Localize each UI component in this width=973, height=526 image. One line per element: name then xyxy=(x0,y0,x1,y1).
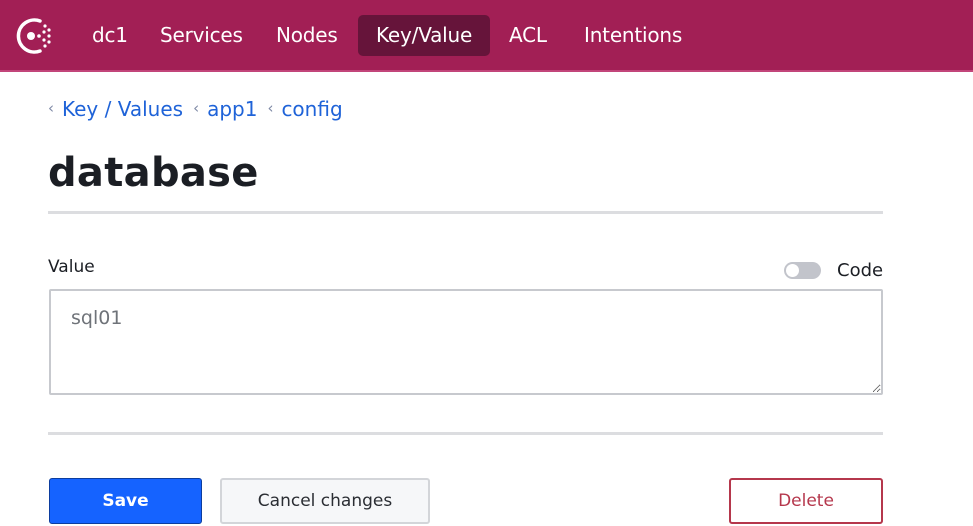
chevron-left-icon: ‹ xyxy=(48,99,54,117)
nav-services[interactable]: Services xyxy=(160,15,243,56)
code-toggle[interactable]: Code xyxy=(784,258,883,282)
nav-nodes[interactable]: Nodes xyxy=(276,15,338,56)
code-switch[interactable] xyxy=(784,261,821,279)
nav-datacenter-dc1[interactable]: dc1 xyxy=(92,15,128,56)
page-title: database xyxy=(48,150,259,196)
breadcrumb: ‹ Key / Values ‹ app1 ‹ config xyxy=(48,94,353,124)
chevron-left-icon: ‹ xyxy=(193,99,200,117)
delete-button[interactable]: Delete xyxy=(729,478,883,524)
title-divider xyxy=(48,211,883,214)
breadcrumb-config[interactable]: ‹ config xyxy=(267,97,342,121)
consul-logo-icon[interactable] xyxy=(10,14,56,58)
breadcrumb-key-values[interactable]: ‹ Key / Values xyxy=(48,97,183,121)
value-textarea[interactable]: sql01 xyxy=(49,289,883,395)
nav-acl[interactable]: ACL xyxy=(509,15,547,56)
nav-key-value[interactable]: Key/Value xyxy=(358,15,491,56)
form-divider xyxy=(48,432,883,435)
breadcrumb-label: app1 xyxy=(207,97,258,121)
chevron-left-icon: ‹ xyxy=(267,99,274,117)
breadcrumb-label: Key / Values xyxy=(62,97,184,121)
nav-intentions[interactable]: Intentions xyxy=(584,15,682,56)
switch-knob xyxy=(786,263,799,277)
breadcrumb-label: config xyxy=(281,97,343,121)
value-label: Value xyxy=(48,257,95,277)
top-navigation: dc1 Services Nodes Key/Value ACL Intenti… xyxy=(0,0,973,72)
cancel-changes-button[interactable]: Cancel changes xyxy=(220,478,430,524)
save-button[interactable]: Save xyxy=(49,478,202,524)
breadcrumb-app1[interactable]: ‹ app1 xyxy=(193,97,257,121)
code-toggle-label: Code xyxy=(837,259,884,281)
